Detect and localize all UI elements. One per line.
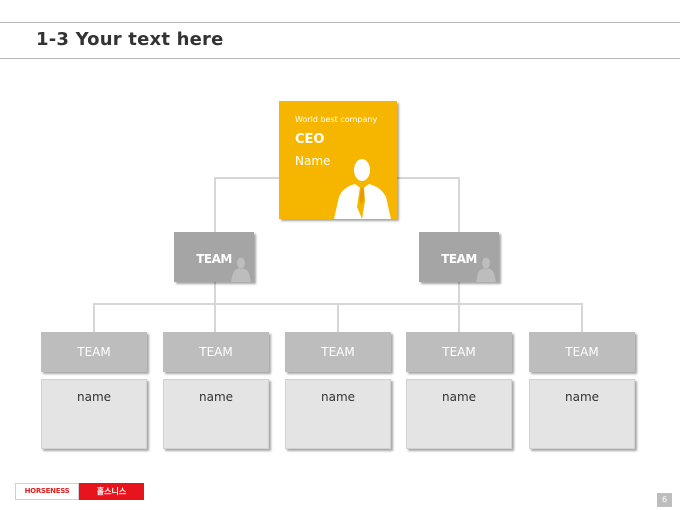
brand-logo-kr: 홀스니스 <box>79 483 144 500</box>
page-number: 6 <box>657 493 672 507</box>
team-box-left: TEAM <box>174 232 254 282</box>
person-icon <box>476 257 496 282</box>
connector-left-team-v <box>214 177 216 232</box>
businessman-icon <box>334 159 391 219</box>
subteam-card-3: name <box>285 379 391 449</box>
connector-left-team-down <box>214 282 216 332</box>
ceo-name: Name <box>295 154 331 168</box>
ceo-card: World best company CEO Name <box>279 101 397 219</box>
subteam-label: TEAM <box>77 345 111 359</box>
subteam-name: name <box>198 390 234 404</box>
connector-right-team-v <box>458 177 460 232</box>
team-box-right: TEAM <box>419 232 499 282</box>
subteam-card-1: name <box>41 379 147 449</box>
subteam-header-3: TEAM <box>285 332 391 372</box>
subteam-label: TEAM <box>321 345 355 359</box>
connector-ceo-left-h <box>214 177 280 179</box>
subteam-label: TEAM <box>199 345 233 359</box>
top-rule <box>0 22 680 23</box>
title-underline <box>0 58 680 59</box>
connector-ceo-right-h <box>397 177 460 179</box>
subteam-label: TEAM <box>565 345 599 359</box>
connector-sub-1 <box>93 303 95 332</box>
connector-right-team-down <box>458 282 460 332</box>
subteam-name: name <box>441 390 477 404</box>
subteam-name: name <box>76 390 112 404</box>
subteam-card-2: name <box>163 379 269 449</box>
ceo-role: CEO <box>295 132 325 147</box>
connector-sub-3 <box>337 303 339 332</box>
brand-logo-en: HORSENESS <box>15 483 79 500</box>
subteam-label: TEAM <box>442 345 476 359</box>
subteam-header-1: TEAM <box>41 332 147 372</box>
subteam-header-2: TEAM <box>163 332 269 372</box>
ceo-tagline: World best company <box>295 115 378 124</box>
subteam-card-5: name <box>529 379 635 449</box>
subteam-header-5: TEAM <box>529 332 635 372</box>
page-title: 1-3 Your text here <box>36 29 224 50</box>
connector-sub-5 <box>581 303 583 332</box>
subteam-name: name <box>320 390 356 404</box>
subteam-card-4: name <box>406 379 512 449</box>
person-icon <box>231 257 251 282</box>
subteam-header-4: TEAM <box>406 332 512 372</box>
subteam-name: name <box>564 390 600 404</box>
